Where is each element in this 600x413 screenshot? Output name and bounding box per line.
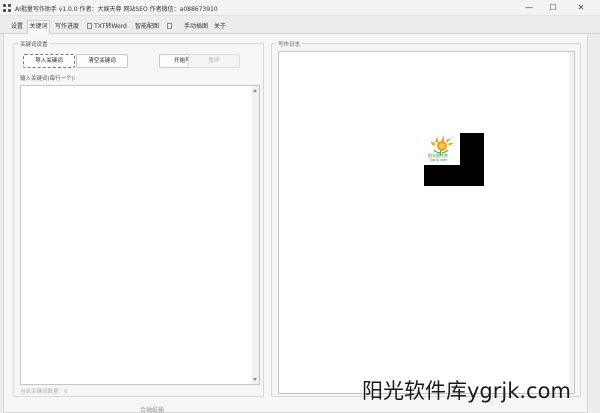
document-icon: [87, 23, 93, 29]
keyword-input[interactable]: [20, 85, 260, 385]
write-log-output[interactable]: [278, 51, 575, 394]
minimize-button[interactable]: —: [517, 0, 541, 16]
keyword-count-label: 当前关键词数量：0: [20, 389, 68, 395]
tab-progress[interactable]: 写作进度: [53, 21, 81, 34]
tab-settings[interactable]: 设置: [8, 21, 26, 34]
maximize-button[interactable]: ☐: [541, 0, 565, 16]
scroll-down-icon[interactable]: [253, 378, 257, 381]
tab-keywords[interactable]: 关键词: [27, 20, 50, 35]
tab-bar: 设置 关键词 写作进度 TXT转Word 智能配图 手动插图 关于: [0, 20, 600, 35]
keyword-settings-group: 关键词设置 导入关键词 清空关键词 开始写作 暂停 输入关键词(每行一个): 当…: [13, 40, 264, 397]
image-icon: [166, 23, 172, 29]
window-title: AI批量写作助手 v1.0.0 作者：大娱天尊 网站SEO 作者微信：a0886…: [15, 6, 218, 13]
keyword-input-scrollbar[interactable]: [252, 86, 259, 384]
tab-about[interactable]: 关于: [212, 21, 228, 34]
tab-txt-to-word-label: TXT转Word: [94, 23, 127, 30]
write-log-scrollbar[interactable]: [569, 52, 574, 393]
background-window-text: 合轴纸输: [140, 407, 165, 413]
title-bar: AI批量写作助手 v1.0.0 作者：大娱天尊 网站SEO 作者微信：a0886…: [0, 0, 600, 16]
tab-txt-to-word[interactable]: TXT转Word: [85, 21, 129, 34]
scroll-up-icon[interactable]: [253, 89, 257, 92]
keywords-panel: 关键词设置 导入关键词 清空关键词 开始写作 暂停 输入关键词(每行一个): 当…: [3, 34, 588, 413]
write-log-group: 写作日志: [271, 40, 581, 397]
import-keywords-button[interactable]: 导入关键词: [23, 54, 75, 68]
app-icon: [3, 4, 11, 12]
close-button[interactable]: ✕: [569, 0, 593, 16]
write-log-title: 写作日志: [276, 40, 303, 48]
pause-button[interactable]: 暂停: [188, 54, 240, 68]
clear-keywords-button[interactable]: 清空关键词: [76, 54, 128, 68]
keyword-input-label: 输入关键词(每行一个):: [20, 76, 76, 82]
keyword-settings-title: 关键词设置: [18, 40, 50, 48]
sunflower-logo: 阳光软件库 ygrjk.com: [424, 133, 484, 186]
tab-image-icon[interactable]: [164, 21, 176, 34]
site-watermark: 阳光软件库ygrjk.com: [362, 379, 571, 403]
tab-manual-images[interactable]: 手动插图: [182, 21, 210, 34]
logo-text-line2: ygrjk.com: [430, 158, 448, 162]
tab-smart-images[interactable]: 智能配图: [133, 21, 161, 34]
